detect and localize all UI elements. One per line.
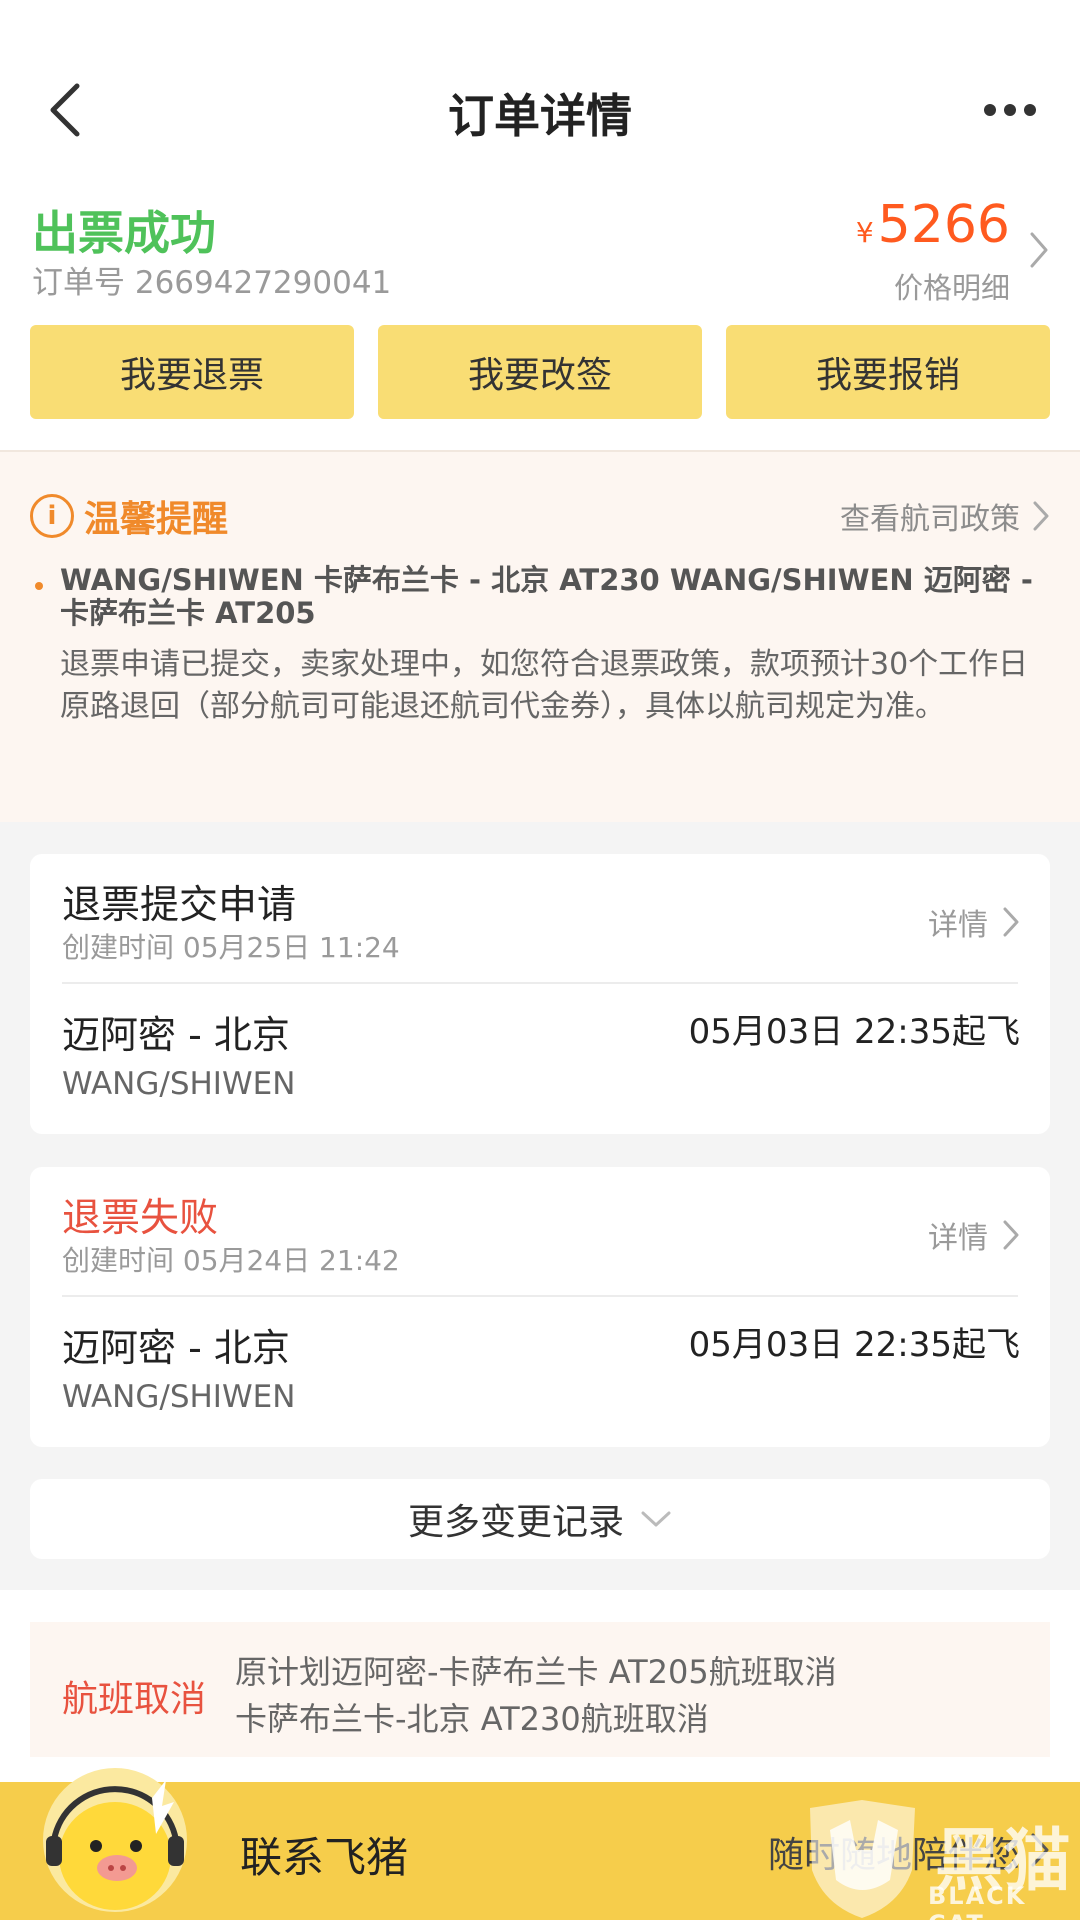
notice-header: i 温馨提醒 — [30, 490, 228, 542]
ticket-status: 出票成功 — [32, 206, 216, 260]
order-number: 订单号 2669427290041 — [32, 257, 391, 302]
navbar: 订单详情 — [0, 0, 1080, 215]
chevron-right-icon — [1003, 907, 1019, 937]
chevron-right-icon — [1033, 501, 1049, 531]
record-detail-link[interactable]: 详情 — [928, 1213, 1020, 1257]
record-card[interactable]: 退票失败 创建时间 05月24日 21:42 详情 迈阿密 - 北京 WANG/… — [30, 1167, 1050, 1447]
companion-text: 随时随地陪伴您 — [767, 1835, 1020, 1876]
order-number-value: 2669427290041 — [134, 265, 392, 301]
contact-label: 联系飞猪 — [240, 1833, 409, 1882]
record-title: 退票失败 — [62, 1196, 219, 1241]
page-title: 订单详情 — [448, 89, 632, 143]
bullet-dot — [35, 582, 43, 590]
currency-symbol: ¥ — [855, 216, 874, 249]
cancellation-label: 航班取消 — [62, 1679, 207, 1720]
more-records-label: 更多变更记录 — [407, 1502, 624, 1543]
more-dot-icon — [984, 104, 996, 116]
notice-body: 退票申请已提交，卖家处理中，如您符合退票政策，款项预计30个工作日原路退回（部分… — [60, 647, 1029, 724]
more-records-button[interactable]: 更多变更记录 — [30, 1479, 1050, 1559]
chevron-right-icon[interactable] — [1028, 230, 1050, 270]
more-dot-icon — [1004, 104, 1016, 116]
info-icon: i — [30, 494, 74, 538]
more-button[interactable] — [970, 80, 1050, 140]
departure-time: 05月03日 22:35起飞 — [688, 1325, 1020, 1365]
divider — [62, 982, 1018, 984]
change-ticket-button[interactable]: 我要改签 — [378, 325, 702, 419]
refund-button[interactable]: 我要退票 — [30, 325, 354, 419]
more-dot-icon — [1024, 104, 1036, 116]
flight-cancellation-notice: 航班取消 原计划迈阿密-卡萨布兰卡 AT205航班取消 卡萨布兰卡-北京 AT2… — [30, 1622, 1050, 1757]
price-detail-link[interactable]: 价格明细 — [856, 265, 1010, 307]
record-created-time: 创建时间 05月24日 21:42 — [62, 1244, 400, 1277]
chevron-right-icon — [1031, 1833, 1049, 1867]
record-created-time: 创建时间 05月25日 11:24 — [62, 931, 400, 964]
airline-policy-label: 查看航司政策 — [840, 502, 1020, 537]
price-box[interactable]: ¥5266 价格明细 — [856, 195, 1010, 307]
passenger-name: WANG/SHIWEN — [62, 1066, 296, 1102]
price-value: 5266 — [877, 195, 1010, 255]
chevron-down-icon — [641, 1511, 671, 1527]
record-detail-link[interactable]: 详情 — [928, 900, 1020, 944]
flight-route: 迈阿密 - 北京 — [62, 1326, 290, 1370]
reminder-notice: i 温馨提醒 查看航司政策 WANG/SHIWEN 卡萨布兰卡 - 北京 AT2… — [0, 450, 1080, 822]
notice-title: 温馨提醒 — [84, 499, 229, 540]
record-title: 退票提交申请 — [62, 883, 297, 928]
total-price: ¥5266 — [856, 195, 1010, 263]
chevron-right-icon — [1003, 1220, 1019, 1250]
order-number-label: 订单号 — [32, 265, 125, 301]
cancellation-line: 原计划迈阿密-卡萨布兰卡 AT205航班取消 — [235, 1653, 837, 1691]
passenger-name: WANG/SHIWEN — [62, 1379, 296, 1415]
airline-policy-link[interactable]: 查看航司政策 — [840, 494, 1050, 538]
contact-bar[interactable]: 联系飞猪 随时随地陪伴您 — [0, 1768, 1080, 1920]
record-card[interactable]: 退票提交申请 创建时间 05月25日 11:24 详情 迈阿密 - 北京 WAN… — [30, 854, 1050, 1134]
record-detail-label: 详情 — [928, 1221, 988, 1256]
order-status-section: 出票成功 订单号 2669427290041 ¥5266 价格明细 我要退票 我… — [0, 195, 1080, 450]
notice-routes: WANG/SHIWEN 卡萨布兰卡 - 北京 AT230 WANG/SHIWEN… — [60, 563, 1033, 630]
departure-time: 05月03日 22:35起飞 — [688, 1012, 1020, 1052]
change-records-section: 退票提交申请 创建时间 05月25日 11:24 详情 迈阿密 - 北京 WAN… — [0, 822, 1080, 1590]
flight-route: 迈阿密 - 北京 — [62, 1013, 290, 1057]
reimbursement-button[interactable]: 我要报销 — [726, 325, 1050, 419]
fliggy-mascot-icon — [43, 1768, 187, 1912]
action-buttons: 我要退票 我要改签 我要报销 — [30, 325, 1050, 419]
divider — [62, 1295, 1018, 1297]
record-detail-label: 详情 — [928, 908, 988, 943]
cancellation-line: 卡萨布兰卡-北京 AT230航班取消 — [235, 1700, 709, 1738]
